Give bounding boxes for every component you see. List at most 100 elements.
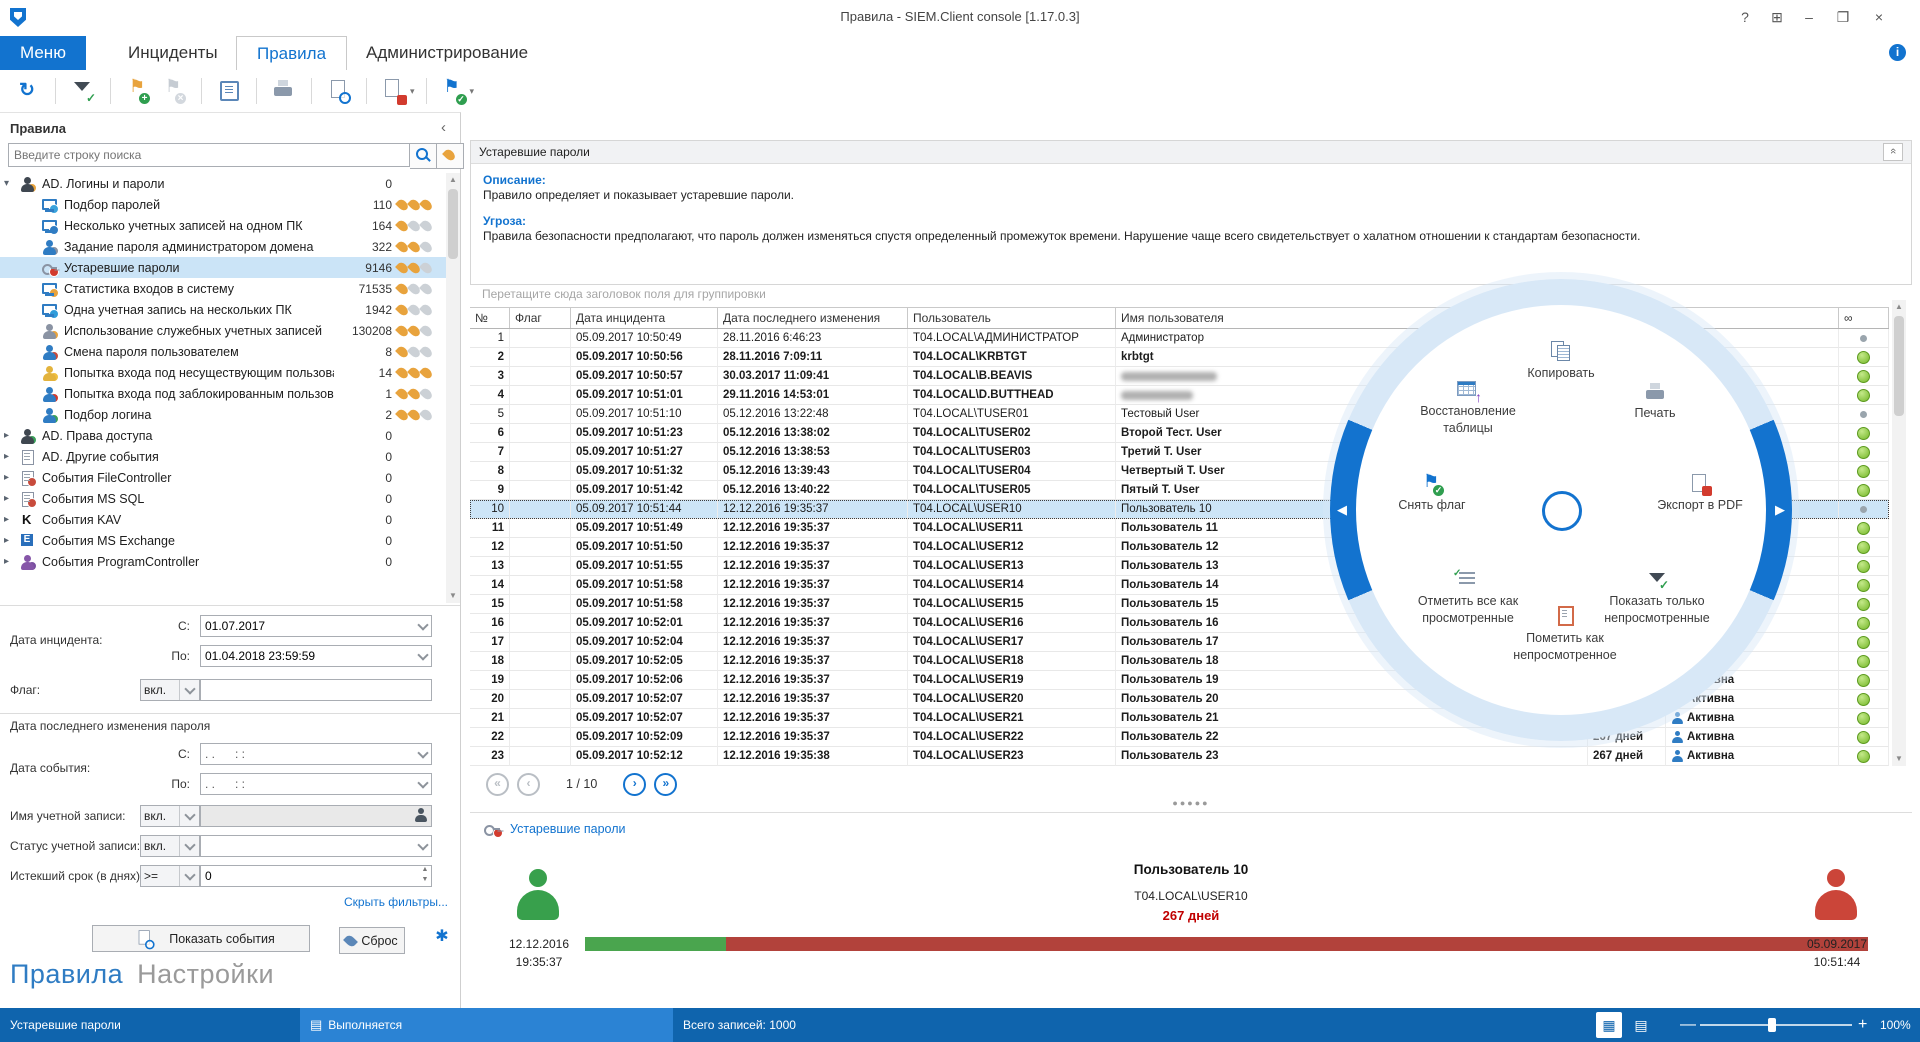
incident-date-to-input[interactable] (200, 645, 432, 667)
print-preview-icon[interactable] (325, 78, 353, 104)
column-header[interactable]: Флаг (510, 308, 571, 328)
pager-prev-button[interactable]: ‹ (517, 773, 540, 796)
export-pdf-dropdown-caret[interactable]: ▾ (410, 86, 415, 97)
tree-expand-icon[interactable]: ▸ (4, 493, 19, 504)
column-header[interactable]: Дата последнего изменения (718, 308, 908, 328)
tree-item[interactable]: Статистика входов в систему71535 (0, 278, 446, 299)
event-to-dropdown[interactable] (414, 773, 432, 795)
tab-incidents[interactable]: Инциденты (108, 36, 238, 70)
tree-item[interactable]: ▸AD. Права доступа0 (0, 425, 446, 446)
mark-flag-dropdown-caret[interactable]: ▾ (470, 86, 475, 97)
tree-item[interactable]: ▸События MS SQL0 (0, 488, 446, 509)
tree-item[interactable]: Смена пароля пользователем8 (0, 341, 446, 362)
footer-tab-rules[interactable]: Правила (10, 959, 123, 989)
radial-left-arrow-icon[interactable]: ◀ (1337, 502, 1347, 518)
footer-tab-settings[interactable]: Настройки (137, 959, 274, 989)
settings-gear-icon[interactable]: ✱ (430, 925, 454, 949)
close-button[interactable]: × (1864, 4, 1894, 30)
radial-item-export-pdf[interactable]: Экспорт в PDF (1615, 473, 1785, 514)
pager-next-button[interactable]: › (623, 773, 646, 796)
remove-flag-icon[interactable] (160, 78, 188, 104)
flag-mode-select[interactable]: вкл. (140, 679, 200, 701)
search-button[interactable] (410, 143, 437, 169)
cards-view-icon[interactable] (215, 78, 243, 104)
grid-view-button[interactable]: ▦ (1596, 1012, 1622, 1038)
flag-filter-input[interactable] (200, 679, 432, 701)
radial-item-show-unviewed-only[interactable]: Показать только непросмотренные (1572, 569, 1742, 627)
tree-item[interactable]: Попытка входа под заблокированным пользо… (0, 383, 446, 404)
event-date-from-input[interactable] (200, 743, 432, 765)
column-header[interactable]: ∞ (1839, 308, 1889, 328)
sidebar-collapse-icon[interactable]: ‹ (441, 119, 446, 136)
tree-expand-icon[interactable]: ▸ (4, 514, 19, 525)
incident-to-dropdown[interactable] (414, 645, 432, 667)
minimize-button[interactable]: – (1794, 4, 1824, 30)
search-input[interactable] (8, 143, 410, 167)
show-events-button[interactable]: Показать события (92, 925, 310, 952)
column-header[interactable]: Дата инцидента (571, 308, 718, 328)
filter-icon[interactable] (69, 78, 97, 104)
incident-from-dropdown[interactable] (414, 615, 432, 637)
tab-menu[interactable]: Меню (0, 36, 86, 70)
zoom-out-button[interactable]: — (1680, 1008, 1696, 1042)
event-from-dropdown[interactable] (414, 743, 432, 765)
tree-item[interactable]: ▸События ProgramController0 (0, 551, 446, 572)
print-icon[interactable] (270, 78, 298, 104)
zoom-in-button[interactable]: + (1858, 1008, 1867, 1042)
panel-splitter[interactable]: ●●●●● (470, 798, 1912, 810)
tree-item[interactable]: Подбор логина2 (0, 404, 446, 425)
tree-item[interactable]: ▸События KAV0 (0, 509, 446, 530)
account-name-input[interactable] (200, 805, 432, 827)
hide-filters-link[interactable]: Скрыть фильтры... (344, 895, 448, 909)
tree-item[interactable]: ▸События FileController0 (0, 467, 446, 488)
radial-item-remove-flag[interactable]: Снять флаг (1347, 473, 1517, 514)
tree-item[interactable]: ▾AD. Логины и пароли0 (0, 173, 446, 194)
card-view-button[interactable]: ▤ (1628, 1012, 1654, 1038)
zoom-slider-track[interactable] (1700, 1024, 1852, 1026)
tree-expand-icon[interactable]: ▸ (4, 472, 19, 483)
tree-expand-icon[interactable]: ▸ (4, 556, 19, 567)
account-picker-icon[interactable] (412, 806, 432, 826)
event-date-to-input[interactable] (200, 773, 432, 795)
radial-item-print[interactable]: Печать (1570, 381, 1740, 422)
account-mode-select[interactable]: вкл. (140, 805, 200, 827)
tree-scrollbar[interactable]: ▲▼ (446, 173, 460, 603)
status-dropdown[interactable] (414, 835, 432, 857)
mark-flag-icon[interactable] (440, 78, 468, 104)
radial-item-restore-table[interactable]: Восстановление таблицы (1383, 379, 1553, 437)
tree-item[interactable]: Попытка входа под несуществующим пользов… (0, 362, 446, 383)
tree-item[interactable]: ▸AD. Другие события0 (0, 446, 446, 467)
status-mode-select[interactable]: вкл. (140, 835, 200, 857)
restore-button[interactable]: ❐ (1828, 4, 1858, 30)
expired-mode-select[interactable]: >= (140, 865, 200, 887)
importance-filter-button[interactable] (437, 143, 464, 169)
tree-item[interactable]: Использование служебных учетных записей1… (0, 320, 446, 341)
tree-expand-icon[interactable]: ▸ (4, 430, 19, 441)
tree-expand-icon[interactable]: ▾ (4, 178, 19, 189)
incident-date-from-input[interactable] (200, 615, 432, 637)
expired-days-input[interactable] (200, 865, 432, 887)
pin-window-button[interactable]: ⊞ (1762, 4, 1792, 30)
export-pdf-icon[interactable] (380, 78, 408, 104)
reset-button[interactable]: Сброс (339, 927, 405, 954)
expired-days-spinner[interactable]: ▲▼ (418, 865, 432, 887)
radial-center-circle[interactable] (1542, 491, 1582, 531)
table-scrollbar[interactable]: ▲▼ (1892, 300, 1906, 766)
tree-item[interactable]: ▸События MS Exchange0 (0, 530, 446, 551)
zoom-slider-thumb[interactable] (1768, 1018, 1776, 1032)
tree-item[interactable]: Устаревшие пароли9146 (0, 257, 446, 278)
table-row[interactable]: 2305.09.2017 10:52:1212.12.2016 19:35:38… (470, 747, 1889, 766)
account-status-input[interactable] (200, 835, 432, 857)
pager-last-button[interactable]: » (654, 773, 677, 796)
info-icon[interactable]: i (1889, 44, 1906, 61)
tab-administration[interactable]: Администрирование (346, 36, 548, 70)
refresh-icon[interactable] (14, 78, 42, 104)
tree-item[interactable]: Подбор паролей110 (0, 194, 446, 215)
tree-expand-icon[interactable]: ▸ (4, 535, 19, 546)
tree-item[interactable]: Одна учетная запись на нескольких ПК1942 (0, 299, 446, 320)
column-header[interactable]: Пользователь (908, 308, 1116, 328)
help-button[interactable]: ? (1730, 4, 1760, 30)
pager-first-button[interactable]: « (486, 773, 509, 796)
add-flag-icon[interactable] (124, 78, 152, 104)
radial-item-copy[interactable]: Копировать (1476, 341, 1646, 382)
